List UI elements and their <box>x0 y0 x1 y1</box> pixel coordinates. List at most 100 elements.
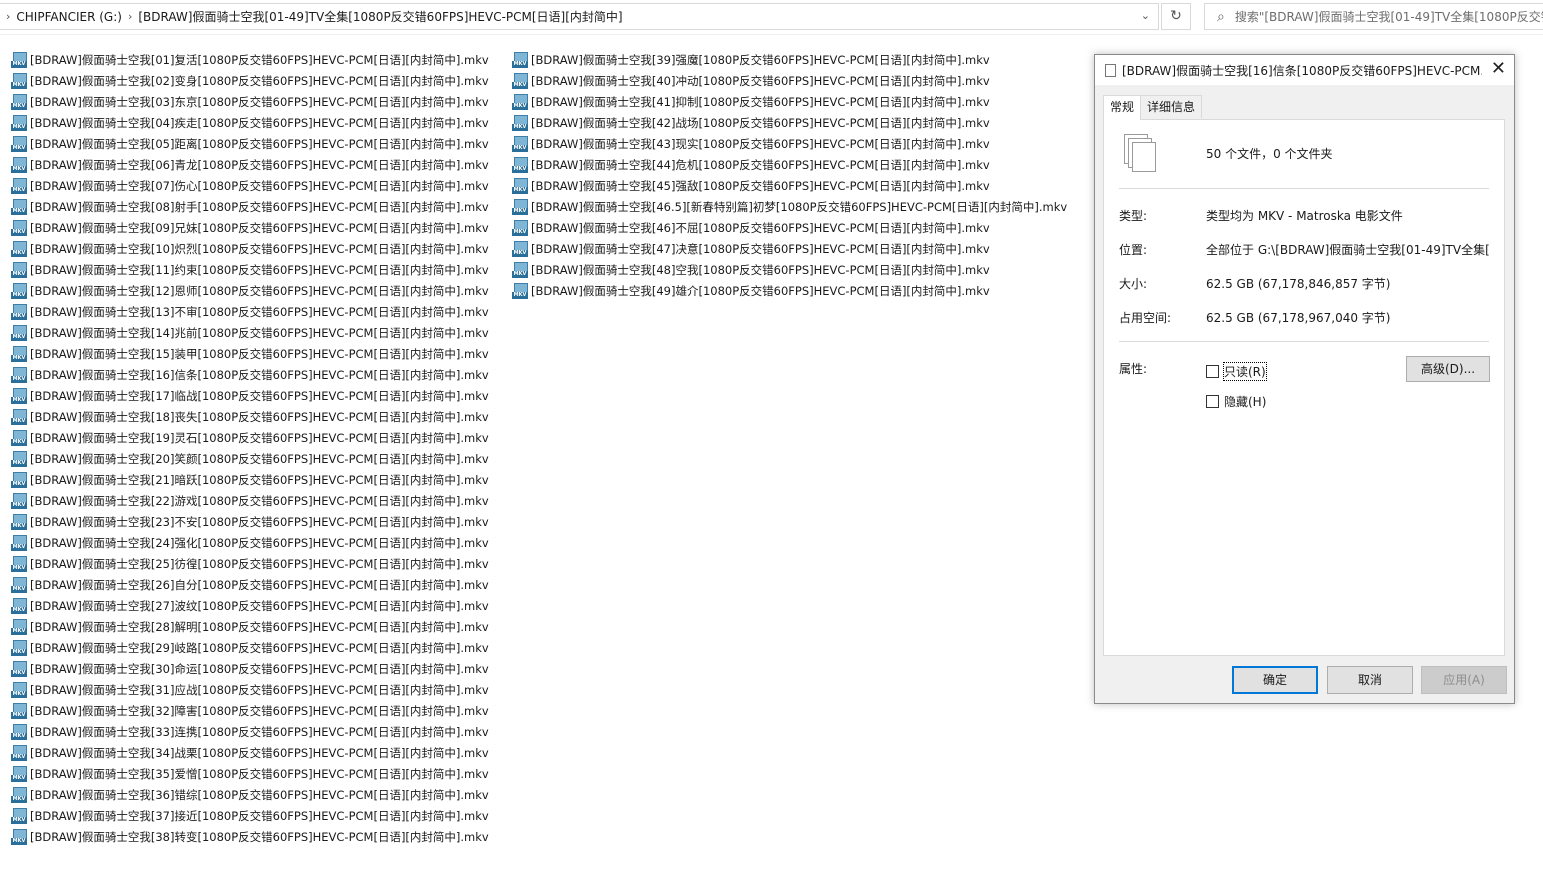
file-item[interactable]: MKV [BDRAW]假面骑士空我[31]应战[1080P反交错60FPS]HEV… <box>11 679 489 700</box>
file-name: [BDRAW]假面骑士空我[20]笑颜[1080P反交错60FPS]HEVC-P… <box>30 451 489 466</box>
file-item[interactable]: MKV [BDRAW]假面骑士空我[30]命运[1080P反交错60FPS]HEV… <box>11 658 489 679</box>
breadcrumb-drive[interactable]: CHIPFANCIER (G:) <box>16 10 122 24</box>
mkv-file-icon: MKV <box>11 177 27 194</box>
file-item[interactable]: MKV [BDRAW]假面骑士空我[09]兄妹[1080P反交错60FPS]HEV… <box>11 217 489 238</box>
search-input[interactable]: ⌕ 搜索"[BDRAW]假面骑士空我[01-49]TV全集[1080P反交错 <box>1204 3 1543 30</box>
file-item[interactable]: MKV [BDRAW]假面骑士空我[35]爱憎[1080P反交错60FPS]HEV… <box>11 763 489 784</box>
hidden-label: 隐藏(H) <box>1224 395 1267 409</box>
mkv-file-icon: MKV <box>11 387 27 404</box>
file-item[interactable]: MKV [BDRAW]假面骑士空我[04]疾走[1080P反交错60FPS]HEV… <box>11 112 489 133</box>
file-item[interactable]: MKV [BDRAW]假面骑士空我[07]伤心[1080P反交错60FPS]HEV… <box>11 175 489 196</box>
divider <box>1119 341 1489 342</box>
file-name: [BDRAW]假面骑士空我[27]波纹[1080P反交错60FPS]HEVC-P… <box>30 598 489 613</box>
file-item[interactable]: MKV [BDRAW]假面骑士空我[11]约束[1080P反交错60FPS]HEV… <box>11 259 489 280</box>
file-item[interactable]: MKV [BDRAW]假面骑士空我[38]转变[1080P反交错60FPS]HEV… <box>11 826 489 847</box>
readonly-checkbox[interactable]: 只读(R) <box>1206 362 1267 381</box>
file-item[interactable]: MKV [BDRAW]假面骑士空我[02]变身[1080P反交错60FPS]HEV… <box>11 70 489 91</box>
cancel-button[interactable]: 取消 <box>1327 666 1413 694</box>
file-item[interactable]: MKV [BDRAW]假面骑士空我[33]连携[1080P反交错60FPS]HEV… <box>11 721 489 742</box>
file-item[interactable]: MKV [BDRAW]假面骑士空我[34]战栗[1080P反交错60FPS]HEV… <box>11 742 489 763</box>
file-item[interactable]: MKV [BDRAW]假面骑士空我[25]彷徨[1080P反交错60FPS]HEV… <box>11 553 489 574</box>
file-item[interactable]: MKV [BDRAW]假面骑士空我[23]不安[1080P反交错60FPS]HEV… <box>11 511 489 532</box>
file-item[interactable]: MKV [BDRAW]假面骑士空我[29]岐路[1080P反交错60FPS]HEV… <box>11 637 489 658</box>
file-item[interactable]: MKV [BDRAW]假面骑士空我[01]复活[1080P反交错60FPS]HEV… <box>11 49 489 70</box>
file-item[interactable]: MKV [BDRAW]假面骑士空我[10]炽烈[1080P反交错60FPS]HEV… <box>11 238 489 259</box>
chevron-down-icon[interactable]: ⌄ <box>1141 9 1150 22</box>
type-label: 类型: <box>1119 209 1148 223</box>
file-name: [BDRAW]假面骑士空我[37]接近[1080P反交错60FPS]HEVC-P… <box>30 808 489 823</box>
file-name: [BDRAW]假面骑士空我[47]决意[1080P反交错60FPS]HEVC-P… <box>531 241 990 256</box>
apply-button[interactable]: 应用(A) <box>1421 666 1507 694</box>
file-item[interactable]: MKV [BDRAW]假面骑士空我[24]强化[1080P反交错60FPS]HEV… <box>11 532 489 553</box>
file-item[interactable]: MKV [BDRAW]假面骑士空我[46]不屈[1080P反交错60FPS]HEV… <box>512 217 1067 238</box>
file-name: [BDRAW]假面骑士空我[49]雄介[1080P反交错60FPS]HEVC-P… <box>531 283 990 298</box>
mkv-file-icon: MKV <box>512 72 528 89</box>
address-bar[interactable]: › CHIPFANCIER (G:) › [BDRAW]假面骑士空我[01-49… <box>0 3 1159 30</box>
file-item[interactable]: MKV [BDRAW]假面骑士空我[48]空我[1080P反交错60FPS]HEV… <box>512 259 1067 280</box>
readonly-label: 只读(R) <box>1223 362 1267 381</box>
dialog-titlebar[interactable]: [BDRAW]假面骑士空我[16]信条[1080P反交错60FPS]HEVC-P… <box>1095 55 1514 85</box>
advanced-button[interactable]: 高级(D)... <box>1406 356 1490 382</box>
file-item[interactable]: MKV [BDRAW]假面骑士空我[21]暗跃[1080P反交错60FPS]HEV… <box>11 469 489 490</box>
mkv-file-icon: MKV <box>512 114 528 131</box>
breadcrumb-folder[interactable]: [BDRAW]假面骑士空我[01-49]TV全集[1080P反交错60FPS]H… <box>138 8 622 25</box>
file-item[interactable]: MKV [BDRAW]假面骑士空我[22]游戏[1080P反交错60FPS]HEV… <box>11 490 489 511</box>
file-item[interactable]: MKV [BDRAW]假面骑士空我[37]接近[1080P反交错60FPS]HEV… <box>11 805 489 826</box>
close-icon[interactable]: ✕ <box>1491 59 1506 79</box>
file-name: [BDRAW]假面骑士空我[34]战栗[1080P反交错60FPS]HEVC-P… <box>30 745 489 760</box>
file-item[interactable]: MKV [BDRAW]假面骑士空我[17]临战[1080P反交错60FPS]HEV… <box>11 385 489 406</box>
file-item[interactable]: MKV [BDRAW]假面骑士空我[06]青龙[1080P反交错60FPS]HEV… <box>11 154 489 175</box>
file-item[interactable]: MKV [BDRAW]假面骑士空我[19]灵石[1080P反交错60FPS]HEV… <box>11 427 489 448</box>
refresh-button[interactable]: ↻ <box>1161 3 1191 30</box>
file-item[interactable]: MKV [BDRAW]假面骑士空我[43]现实[1080P反交错60FPS]HEV… <box>512 133 1067 154</box>
file-item[interactable]: MKV [BDRAW]假面骑士空我[16]信条[1080P反交错60FPS]HEV… <box>11 364 489 385</box>
file-item[interactable]: MKV [BDRAW]假面骑士空我[26]自分[1080P反交错60FPS]HEV… <box>11 574 489 595</box>
mkv-file-icon: MKV <box>11 345 27 362</box>
file-item[interactable]: MKV [BDRAW]假面骑士空我[28]解明[1080P反交错60FPS]HEV… <box>11 616 489 637</box>
file-item[interactable]: MKV [BDRAW]假面骑士空我[45]强敌[1080P反交错60FPS]HEV… <box>512 175 1067 196</box>
tab-details[interactable]: 详细信息 <box>1140 95 1203 118</box>
file-item[interactable]: MKV [BDRAW]假面骑士空我[18]丧失[1080P反交错60FPS]HEV… <box>11 406 489 427</box>
chevron-right-icon[interactable]: › <box>6 10 10 23</box>
file-item[interactable]: MKV [BDRAW]假面骑士空我[27]波纹[1080P反交错60FPS]HEV… <box>11 595 489 616</box>
file-item[interactable]: MKV [BDRAW]假面骑士空我[36]错综[1080P反交错60FPS]HEV… <box>11 784 489 805</box>
file-item[interactable]: MKV [BDRAW]假面骑士空我[41]抑制[1080P反交错60FPS]HEV… <box>512 91 1067 112</box>
properties-dialog: [BDRAW]假面骑士空我[16]信条[1080P反交错60FPS]HEVC-P… <box>1094 54 1515 704</box>
chevron-right-icon[interactable]: › <box>128 10 132 23</box>
file-name: [BDRAW]假面骑士空我[39]强魔[1080P反交错60FPS]HEVC-P… <box>531 52 990 67</box>
mkv-file-icon: MKV <box>11 198 27 215</box>
mkv-file-icon: MKV <box>11 828 27 845</box>
file-name: [BDRAW]假面骑士空我[19]灵石[1080P反交错60FPS]HEVC-P… <box>30 430 489 445</box>
file-item[interactable]: MKV [BDRAW]假面骑士空我[03]东京[1080P反交错60FPS]HEV… <box>11 91 489 112</box>
file-name: [BDRAW]假面骑士空我[25]彷徨[1080P反交错60FPS]HEVC-P… <box>30 556 489 571</box>
file-item[interactable]: MKV [BDRAW]假面骑士空我[42]战场[1080P反交错60FPS]HEV… <box>512 112 1067 133</box>
mkv-file-icon: MKV <box>11 660 27 677</box>
file-item[interactable]: MKV [BDRAW]假面骑士空我[46.5][新春特别篇]初梦[1080P反交错… <box>512 196 1067 217</box>
document-icon <box>1105 63 1116 77</box>
file-name: [BDRAW]假面骑士空我[05]距离[1080P反交错60FPS]HEVC-P… <box>30 136 489 151</box>
tab-general[interactable]: 常规 <box>1103 95 1142 120</box>
file-item[interactable]: MKV [BDRAW]假面骑士空我[32]障害[1080P反交错60FPS]HEV… <box>11 700 489 721</box>
file-item[interactable]: MKV [BDRAW]假面骑士空我[14]兆前[1080P反交错60FPS]HEV… <box>11 322 489 343</box>
file-item[interactable]: MKV [BDRAW]假面骑士空我[49]雄介[1080P反交错60FPS]HEV… <box>512 280 1067 301</box>
file-item[interactable]: MKV [BDRAW]假面骑士空我[08]射手[1080P反交错60FPS]HEV… <box>11 196 489 217</box>
checkbox-icon <box>1206 395 1219 408</box>
file-item[interactable]: MKV [BDRAW]假面骑士空我[40]冲动[1080P反交错60FPS]HEV… <box>512 70 1067 91</box>
hidden-checkbox[interactable]: 隐藏(H) <box>1206 392 1267 411</box>
file-item[interactable]: MKV [BDRAW]假面骑士空我[05]距离[1080P反交错60FPS]HEV… <box>11 133 489 154</box>
mkv-file-icon: MKV <box>11 324 27 341</box>
file-list-column-1: MKV [BDRAW]假面骑士空我[01]复活[1080P反交错60FPS]HEV… <box>11 49 489 847</box>
file-item[interactable]: MKV [BDRAW]假面骑士空我[13]不审[1080P反交错60FPS]HEV… <box>11 301 489 322</box>
file-item[interactable]: MKV [BDRAW]假面骑士空我[20]笑颜[1080P反交错60FPS]HEV… <box>11 448 489 469</box>
file-item[interactable]: MKV [BDRAW]假面骑士空我[15]装甲[1080P反交错60FPS]HEV… <box>11 343 489 364</box>
file-item[interactable]: MKV [BDRAW]假面骑士空我[39]强魔[1080P反交错60FPS]HEV… <box>512 49 1067 70</box>
file-item[interactable]: MKV [BDRAW]假面骑士空我[12]恩师[1080P反交错60FPS]HEV… <box>11 280 489 301</box>
mkv-file-icon: MKV <box>11 723 27 740</box>
ok-button[interactable]: 确定 <box>1232 666 1318 694</box>
file-item[interactable]: MKV [BDRAW]假面骑士空我[44]危机[1080P反交错60FPS]HEV… <box>512 154 1067 175</box>
file-item[interactable]: MKV [BDRAW]假面骑士空我[47]决意[1080P反交错60FPS]HEV… <box>512 238 1067 259</box>
size-label: 大小: <box>1119 277 1148 291</box>
mkv-file-icon: MKV <box>11 408 27 425</box>
file-name: [BDRAW]假面骑士空我[42]战场[1080P反交错60FPS]HEVC-P… <box>531 115 990 130</box>
file-name: [BDRAW]假面骑士空我[43]现实[1080P反交错60FPS]HEVC-P… <box>531 136 990 151</box>
